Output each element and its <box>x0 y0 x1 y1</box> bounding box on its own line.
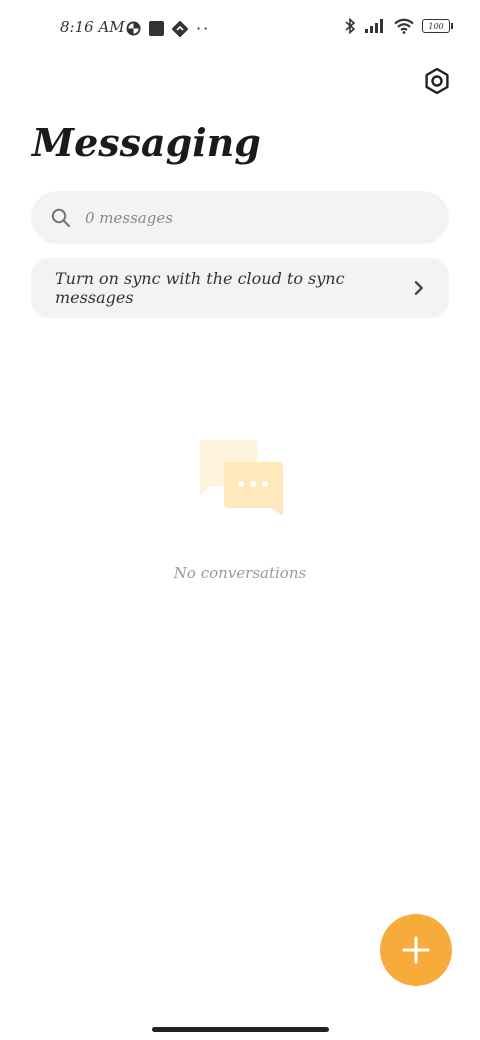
battery-level: 100 <box>428 21 444 31</box>
chevron-right-icon <box>415 281 424 295</box>
chat-bubbles-icon <box>200 440 283 516</box>
more-dots-icon: ·· <box>196 19 211 38</box>
plus-icon <box>402 936 430 964</box>
signal-icon <box>365 19 383 33</box>
status-icons-left: ·· <box>126 19 210 38</box>
search-placeholder: 0 messages <box>85 208 173 227</box>
bluetooth-icon <box>345 17 356 35</box>
search-bar[interactable]: 0 messages <box>31 191 449 244</box>
status-icons-right: 100 <box>344 17 453 35</box>
empty-state-label: No conversations <box>173 564 307 582</box>
home-indicator[interactable] <box>152 1027 329 1032</box>
battery-icon: 100 <box>422 19 453 33</box>
sync-banner[interactable]: Turn on sync with the cloud to sync mess… <box>31 258 449 318</box>
status-bar: 8:16 AM ·· 100 <box>0 0 480 56</box>
square-icon <box>149 21 164 36</box>
status-time: 8:16 AM <box>60 18 125 36</box>
settings-button[interactable] <box>422 66 452 96</box>
search-icon <box>51 208 71 227</box>
data-saver-icon <box>126 21 141 36</box>
wifi-icon <box>394 18 414 34</box>
settings-icon <box>425 67 449 95</box>
new-conversation-button[interactable] <box>380 914 452 986</box>
sync-banner-label: Turn on sync with the cloud to sync mess… <box>55 269 345 307</box>
page-title: Messaging <box>32 120 261 165</box>
location-icon <box>172 20 188 37</box>
